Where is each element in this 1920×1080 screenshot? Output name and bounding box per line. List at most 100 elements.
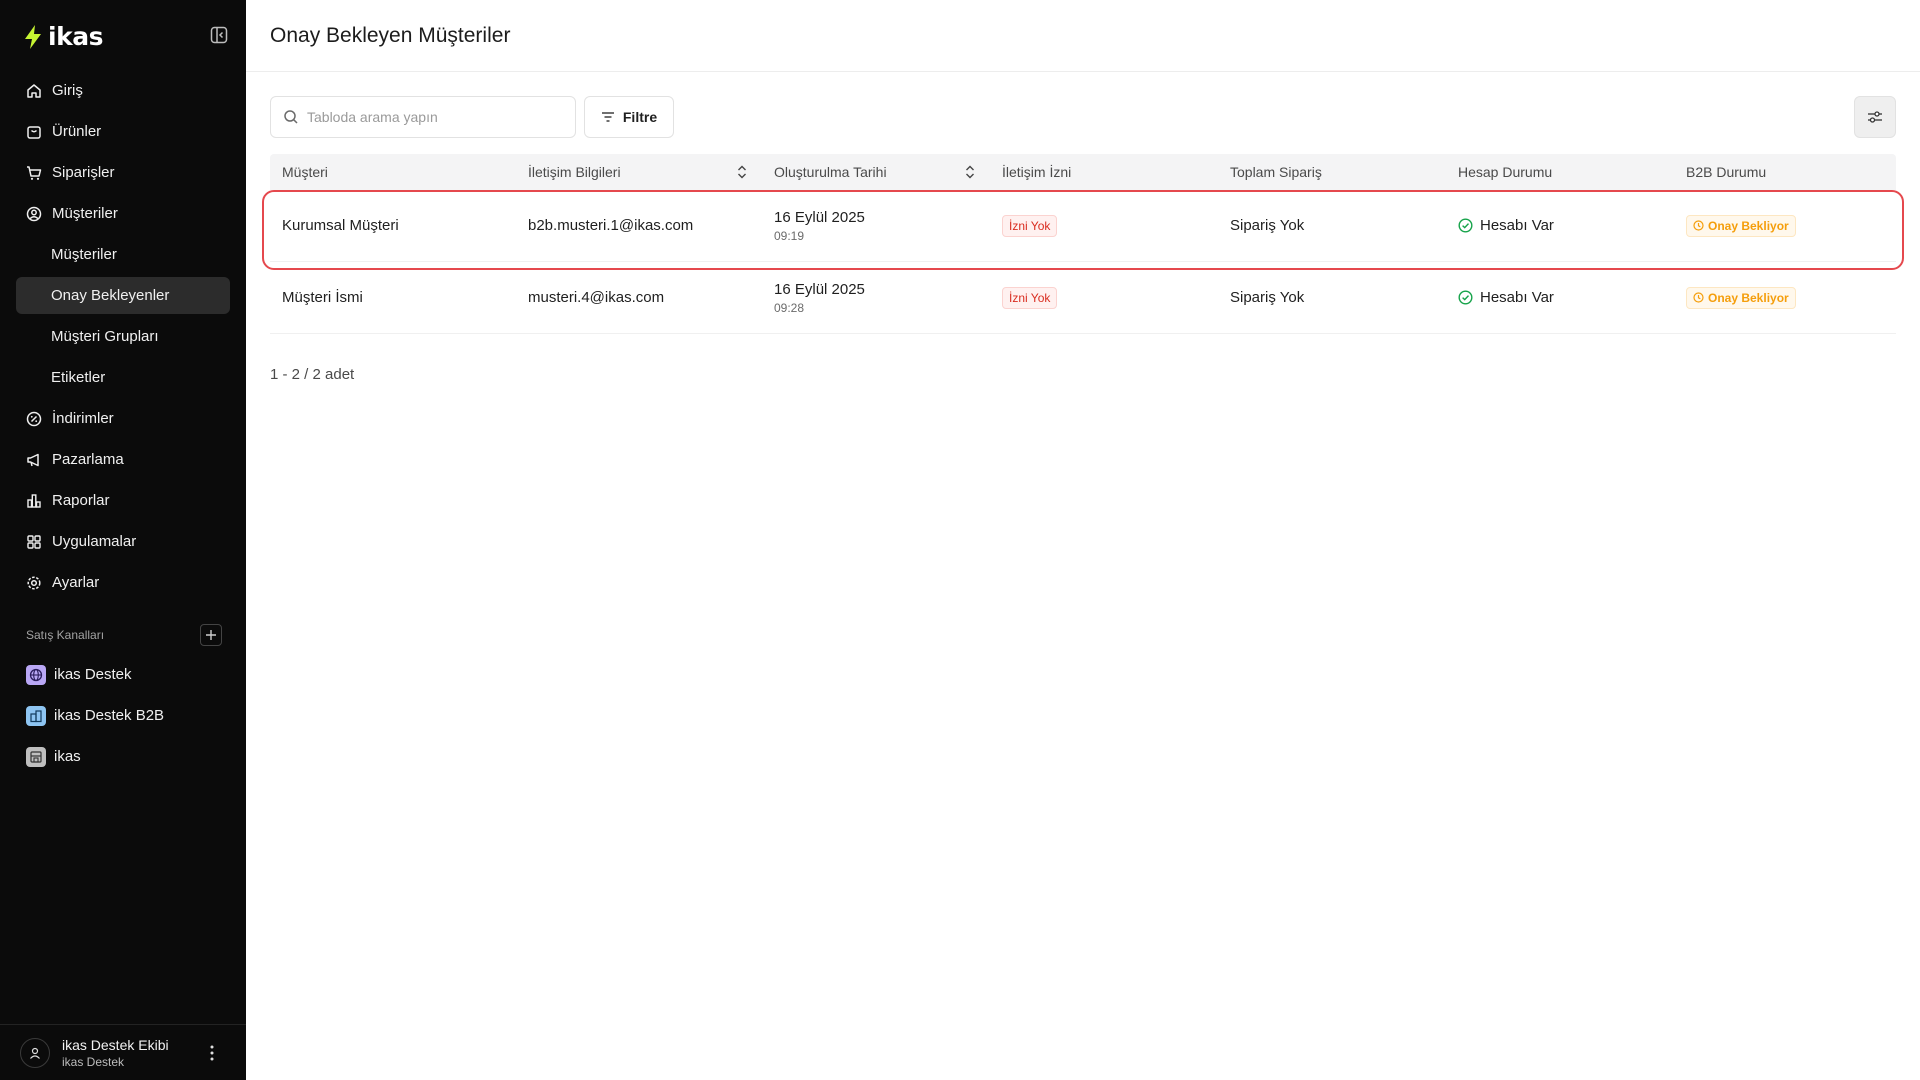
permission-cell: İzni Yok: [990, 214, 1218, 237]
account-status-label: Hesabı Var: [1480, 289, 1554, 306]
customers-table: Müşteri İletişim Bilgileri Oluşturulma T…: [270, 154, 1896, 334]
filter-button[interactable]: Filtre: [584, 96, 674, 138]
sidebar-subitem-musteri-gruplari[interactable]: Müşteri Grupları: [16, 318, 230, 355]
b2b-status-cell: Onay Bekliyor: [1674, 214, 1896, 237]
time-value: 09:19: [774, 228, 805, 243]
time-value: 09:28: [774, 300, 805, 315]
sidebar-item-label: İndirimler: [52, 410, 114, 427]
sidebar-subitem-onay-bekleyenler[interactable]: Onay Bekleyenler: [16, 277, 230, 314]
account-status-cell: Hesabı Var: [1446, 217, 1674, 234]
megaphone-icon: [26, 452, 42, 468]
sidebar-item-urunler[interactable]: Ürünler: [16, 113, 230, 150]
b2b-status-badge: Onay Bekliyor: [1686, 286, 1796, 309]
sidebar-item-musteriler[interactable]: Müşteriler: [16, 195, 230, 232]
sidebar-item-raporlar[interactable]: Raporlar: [16, 482, 230, 519]
column-header-label: İletişim İzni: [1002, 164, 1072, 180]
add-channel-button[interactable]: [200, 624, 222, 646]
clock-icon: [1693, 292, 1704, 303]
user-org: ikas Destek: [62, 1054, 125, 1069]
column-header-customer[interactable]: Müşteri: [270, 154, 516, 190]
check-circle-icon: [1458, 218, 1473, 233]
sidebar-subitem-musteriler[interactable]: Müşteriler: [16, 236, 230, 273]
channel-label: ikas: [54, 748, 81, 765]
search-box[interactable]: [270, 96, 576, 138]
table-row[interactable]: Kurumsal Müşteri b2b.musteri.1@ikas.com …: [270, 190, 1896, 262]
pagination-info: 1 - 2 / 2 adet: [270, 366, 355, 383]
page-header: Onay Bekleyen Müşteriler: [246, 0, 1920, 72]
user-circle-icon: [26, 206, 42, 222]
customer-email: musteri.4@ikas.com: [528, 289, 665, 306]
table-toolbar: Filtre: [270, 96, 1896, 138]
sidebar-collapse-icon[interactable]: [210, 26, 228, 44]
column-header-permission[interactable]: İletişim İzni: [990, 154, 1218, 190]
channel-ikas[interactable]: ikas: [16, 738, 230, 775]
user-profile[interactable]: ikas Destek Ekibi ikas Destek: [0, 1024, 246, 1080]
column-header-account-status[interactable]: Hesap Durumu: [1446, 154, 1674, 190]
store-icon: [26, 746, 46, 767]
column-header-b2b-status[interactable]: B2B Durumu: [1674, 154, 1896, 190]
sales-channels-label: Satış Kanalları: [26, 628, 105, 642]
total-orders: Sipariş Yok: [1230, 217, 1305, 234]
sliders-icon: [1868, 111, 1882, 123]
user-name: ikas Destek Ekibi: [62, 1036, 169, 1053]
table-header: Müşteri İletişim Bilgileri Oluşturulma T…: [270, 154, 1896, 190]
sidebar-item-siparisler[interactable]: Siparişler: [16, 154, 230, 191]
sidebar-nav: Giriş Ürünler Siparişler Müşteriler Müşt…: [16, 72, 230, 605]
b2b-status-label: Onay Bekliyor: [1708, 218, 1789, 233]
column-header-label: Hesap Durumu: [1458, 164, 1553, 180]
filter-icon: [601, 112, 614, 122]
column-header-label: Müşteri: [282, 164, 328, 180]
sidebar-item-giris[interactable]: Giriş: [16, 72, 230, 109]
gear-icon: [26, 575, 42, 591]
column-header-total-orders[interactable]: Toplam Sipariş: [1218, 154, 1446, 190]
home-icon: [26, 83, 42, 99]
sidebar-item-pazarlama[interactable]: Pazarlama: [16, 441, 230, 478]
sidebar-item-label: Raporlar: [52, 492, 110, 509]
sales-channels-list: ikas Destek ikas Destek B2B ikas: [16, 656, 230, 779]
customer-name: Kurumsal Müşteri: [282, 217, 399, 234]
chart-icon: [26, 493, 42, 509]
sort-icon[interactable]: [736, 165, 748, 179]
user-text: ikas Destek Ekibi ikas Destek: [62, 1037, 169, 1069]
column-header-label: Oluşturulma Tarihi: [774, 164, 887, 180]
permission-badge: İzni Yok: [1002, 214, 1058, 237]
sidebar-item-label: Etiketler: [51, 369, 106, 386]
sidebar-item-label: Siparişler: [52, 164, 115, 181]
more-vertical-icon[interactable]: [206, 1043, 218, 1063]
logo-text: ikas: [48, 22, 103, 51]
column-header-created-date[interactable]: Oluşturulma Tarihi: [762, 154, 990, 190]
customer-email: b2b.musteri.1@ikas.com: [528, 217, 694, 234]
sidebar-item-label: Onay Bekleyenler: [51, 287, 170, 304]
plus-icon: [206, 630, 216, 640]
column-header-contact[interactable]: İletişim Bilgileri: [516, 154, 762, 190]
logo[interactable]: ikas: [22, 22, 103, 51]
discount-icon: [26, 411, 42, 427]
sidebar-item-label: Müşteriler: [51, 246, 117, 263]
sidebar-item-uygulamalar[interactable]: Uygulamalar: [16, 523, 230, 560]
sidebar-item-ayarlar[interactable]: Ayarlar: [16, 564, 230, 601]
sidebar-item-indirimler[interactable]: İndirimler: [16, 400, 230, 437]
filter-label: Filtre: [622, 109, 658, 125]
channel-label: ikas Destek B2B: [54, 707, 165, 724]
check-circle-icon: [1458, 290, 1473, 305]
cart-icon: [26, 165, 42, 181]
table-row[interactable]: Müşteri İsmi musteri.4@ikas.com 16 Eylül…: [270, 262, 1896, 334]
sidebar-subitem-etiketler[interactable]: Etiketler: [16, 359, 230, 396]
channel-ikas-destek-b2b[interactable]: ikas Destek B2B: [16, 697, 230, 734]
sidebar-item-label: Müşteri Grupları: [51, 328, 159, 345]
sidebar-item-label: Pazarlama: [52, 451, 124, 468]
permission-cell: İzni Yok: [990, 286, 1218, 309]
sidebar-item-label: Uygulamalar: [52, 533, 137, 550]
channel-ikas-destek[interactable]: ikas Destek: [16, 656, 230, 693]
page-title: Onay Bekleyen Müşteriler: [270, 23, 511, 47]
building-icon: [26, 705, 46, 726]
clock-icon: [1693, 220, 1704, 231]
column-settings-button[interactable]: [1854, 96, 1896, 138]
sidebar-item-label: Müşteriler: [52, 205, 118, 222]
created-date: 16 Eylül 2025 09:28: [762, 281, 990, 315]
search-input[interactable]: [307, 109, 557, 125]
search-icon: [284, 110, 298, 124]
sort-icon[interactable]: [964, 165, 976, 179]
date-value: 16 Eylül 2025: [774, 208, 865, 226]
b2b-status-cell: Onay Bekliyor: [1674, 286, 1896, 309]
